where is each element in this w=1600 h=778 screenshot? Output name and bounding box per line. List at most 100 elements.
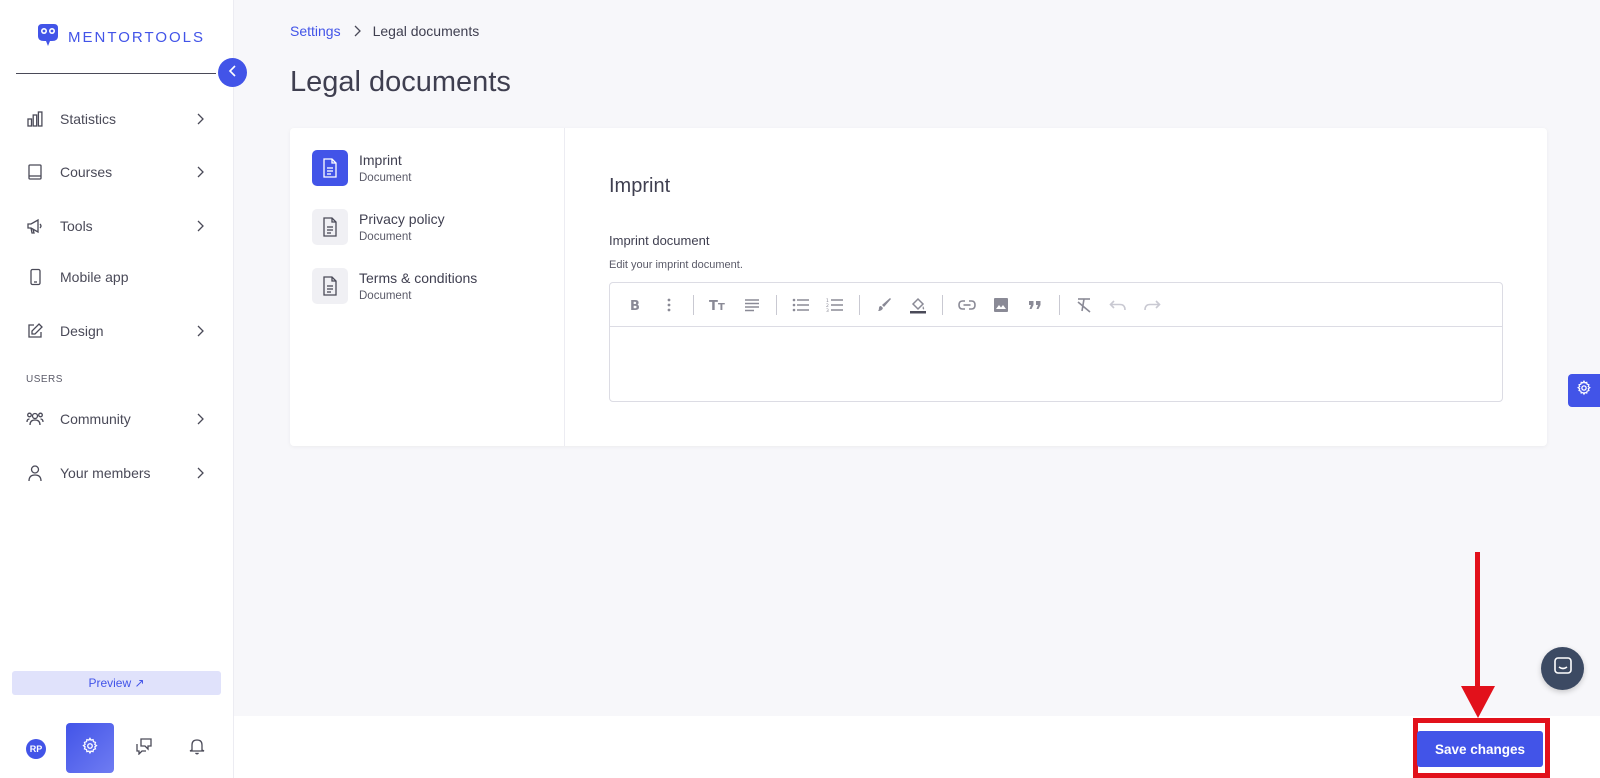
text-size-icon[interactable]: TT [701, 288, 735, 322]
sidebar-item-label: Tools [60, 218, 93, 234]
fill-color-icon[interactable] [901, 288, 935, 322]
field-label: Imprint document [609, 233, 710, 248]
svg-text:B: B [630, 299, 640, 312]
sidebar: MENTORTOOLS Statistics Courses Tools Mob… [0, 0, 234, 778]
document-editor-panel: Imprint Imprint document Edit your impri… [565, 128, 1547, 446]
mobile-icon [26, 268, 44, 286]
quote-icon[interactable] [1018, 288, 1052, 322]
sidebar-item-label: Statistics [60, 111, 117, 127]
annotation-arrow-head [1461, 686, 1495, 718]
more-vertical-icon[interactable] [652, 288, 686, 322]
redo-icon[interactable] [1135, 288, 1169, 322]
owl-logo-icon [34, 22, 62, 53]
page-title: Legal documents [290, 66, 511, 98]
community-icon [26, 410, 44, 428]
breadcrumb-current: Legal documents [372, 23, 480, 39]
logo-text: MENTORTOOLS [68, 29, 206, 46]
document-subtitle: Document [359, 172, 412, 184]
sidebar-item-design[interactable]: Design [26, 317, 206, 345]
editor-toolbar: B TT 123 [610, 283, 1502, 327]
clear-format-icon[interactable] [1067, 288, 1101, 322]
sidebar-item-your-members[interactable]: Your members [26, 459, 206, 487]
bullet-list-icon[interactable] [784, 288, 818, 322]
document-subtitle: Document [359, 231, 412, 243]
sidebar-item-label: Your members [60, 465, 151, 481]
pencil-icon [26, 322, 44, 340]
gear-icon [1576, 380, 1592, 401]
breadcrumb: Settings Legal documents [290, 23, 479, 39]
user-icon [26, 464, 44, 482]
editor-content-area[interactable] [610, 327, 1502, 401]
sidebar-item-label: Mobile app [60, 269, 129, 285]
book-icon [26, 163, 44, 181]
settings-button[interactable] [66, 723, 114, 773]
document-icon [312, 209, 348, 245]
collapse-sidebar-button[interactable] [218, 58, 247, 87]
rich-text-editor: B TT 123 [609, 282, 1503, 402]
chevron-left-icon [228, 64, 238, 82]
brush-icon[interactable] [867, 288, 901, 322]
section-label-users: USERS [26, 374, 63, 385]
sidebar-item-label: Design [60, 323, 104, 339]
sidebar-item-community[interactable]: Community [26, 405, 206, 433]
undo-icon[interactable] [1101, 288, 1135, 322]
save-changes-button[interactable]: Save changes [1417, 731, 1543, 767]
bar-chart-icon [26, 110, 44, 128]
legal-documents-card: Imprint Document Privacy policy Document… [290, 128, 1547, 446]
chevron-right-icon [194, 467, 206, 479]
megaphone-icon [26, 217, 44, 235]
chat-launcher-button[interactable] [1541, 647, 1584, 690]
avatar[interactable]: RP [26, 739, 46, 759]
sidebar-item-courses[interactable]: Courses [26, 158, 206, 186]
bell-icon [188, 737, 206, 760]
sidebar-item-label: Courses [60, 164, 113, 180]
settings-side-tab[interactable] [1568, 374, 1600, 407]
sidebar-item-mobile-app[interactable]: Mobile app [26, 263, 206, 291]
svg-text:T: T [709, 299, 718, 312]
document-title: Privacy policy [359, 211, 445, 227]
align-icon[interactable] [735, 288, 769, 322]
document-subtitle: Document [359, 290, 412, 302]
document-item-imprint[interactable]: Imprint Document [312, 148, 552, 188]
sidebar-item-label: Community [60, 411, 131, 427]
breadcrumb-settings-link[interactable]: Settings [290, 23, 341, 39]
sidebar-item-tools[interactable]: Tools [26, 212, 206, 240]
toolbar-separator [1059, 294, 1060, 315]
messages-button[interactable] [120, 723, 168, 773]
sidebar-divider [16, 73, 216, 74]
chevron-right-icon [353, 25, 361, 37]
logo[interactable]: MENTORTOOLS [34, 22, 205, 53]
link-icon[interactable] [950, 288, 984, 322]
bold-icon[interactable]: B [618, 288, 652, 322]
chat-icon [135, 737, 153, 760]
footer-bar [234, 716, 1600, 778]
document-icon [312, 150, 348, 186]
notifications-button[interactable] [173, 723, 221, 773]
document-item-terms-conditions[interactable]: Terms & conditions Document [312, 266, 552, 306]
chevron-right-icon [194, 113, 206, 125]
chevron-right-icon [194, 413, 206, 425]
annotation-arrow [1475, 552, 1480, 690]
editor-heading: Imprint [609, 175, 671, 197]
toolbar-separator [776, 294, 777, 315]
chevron-right-icon [194, 166, 206, 178]
field-help-text: Edit your imprint document. [609, 259, 743, 271]
document-icon [312, 268, 348, 304]
numbered-list-icon[interactable]: 123 [818, 288, 852, 322]
sidebar-item-statistics[interactable]: Statistics [26, 105, 206, 133]
toolbar-separator [942, 294, 943, 315]
chevron-right-icon [194, 325, 206, 337]
svg-text:T: T [718, 302, 725, 312]
chevron-right-icon [194, 220, 206, 232]
preview-button[interactable]: Preview ↗ [12, 671, 221, 695]
gear-icon [81, 736, 99, 760]
toolbar-separator [693, 294, 694, 315]
document-title: Imprint [359, 152, 402, 168]
svg-text:3: 3 [826, 308, 829, 312]
document-item-privacy-policy[interactable]: Privacy policy Document [312, 207, 552, 247]
image-icon[interactable] [984, 288, 1018, 322]
chat-bubble-icon [1553, 656, 1573, 681]
document-list: Imprint Document Privacy policy Document… [290, 128, 565, 446]
toolbar-separator [859, 294, 860, 315]
document-title: Terms & conditions [359, 270, 478, 286]
